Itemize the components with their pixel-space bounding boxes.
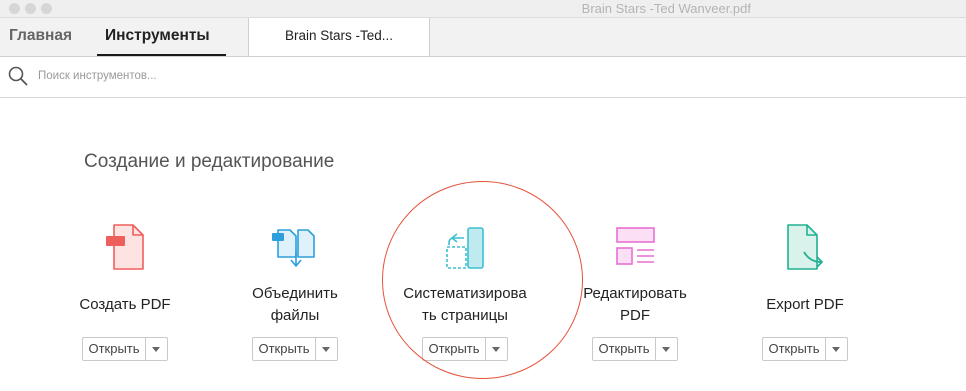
tool-combine-files[interactable]: Объединить файлы Открыть	[210, 215, 380, 365]
open-button[interactable]: Открыть	[252, 337, 338, 361]
tab-bar: Главная Инструменты Brain Stars -Ted...	[0, 18, 966, 57]
chevron-down-icon[interactable]	[314, 338, 337, 360]
chevron-down-icon[interactable]	[484, 338, 507, 360]
window-titlebar: Brain Stars -Ted Wanveer.pdf	[0, 0, 966, 18]
window-title: Brain Stars -Ted Wanveer.pdf	[581, 1, 751, 16]
open-button-label[interactable]: Открыть	[763, 338, 826, 360]
tool-search-bar	[0, 57, 966, 98]
tab-document[interactable]: Brain Stars -Ted...	[248, 18, 430, 56]
search-input[interactable]	[38, 66, 738, 86]
open-button[interactable]: Открыть	[762, 337, 848, 361]
open-button-label[interactable]: Открыть	[83, 338, 146, 360]
open-button[interactable]: Открыть	[592, 337, 678, 361]
export-pdf-icon	[787, 224, 823, 270]
edit-pdf-icon	[616, 227, 655, 265]
tool-label: Систематизирова ть страницы	[403, 285, 527, 324]
open-button-label[interactable]: Открыть	[593, 338, 656, 360]
chevron-down-icon[interactable]	[144, 338, 167, 360]
organize-pages-icon	[446, 227, 484, 269]
chevron-down-icon[interactable]	[654, 338, 677, 360]
tool-label: Создать PDF	[79, 296, 171, 313]
combine-files-icon	[272, 229, 315, 267]
search-icon	[8, 66, 28, 86]
tab-home[interactable]: Главная	[9, 18, 72, 56]
tool-organize-pages[interactable]: Систематизирова ть страницы Открыть	[380, 215, 550, 365]
section-title: Создание и редактирование	[84, 151, 335, 172]
open-button-label[interactable]: Открыть	[253, 338, 316, 360]
tool-create-pdf[interactable]: Создать PDF Открыть	[40, 215, 210, 365]
active-tab-indicator	[97, 54, 226, 56]
open-button-label[interactable]: Открыть	[423, 338, 486, 360]
tool-edit-pdf[interactable]: Редактировать PDF Открыть	[550, 215, 720, 365]
open-button[interactable]: Открыть	[422, 337, 508, 361]
open-button[interactable]: Открыть	[82, 337, 168, 361]
tool-label: Export PDF	[766, 296, 844, 313]
chevron-down-icon[interactable]	[824, 338, 847, 360]
tool-label: Объединить файлы	[252, 285, 338, 324]
tab-tools[interactable]: Инструменты	[105, 18, 210, 56]
tool-export-pdf[interactable]: Export PDF Открыть	[720, 215, 890, 365]
create-pdf-icon	[106, 224, 144, 270]
tool-label: Редактировать PDF	[583, 285, 687, 324]
